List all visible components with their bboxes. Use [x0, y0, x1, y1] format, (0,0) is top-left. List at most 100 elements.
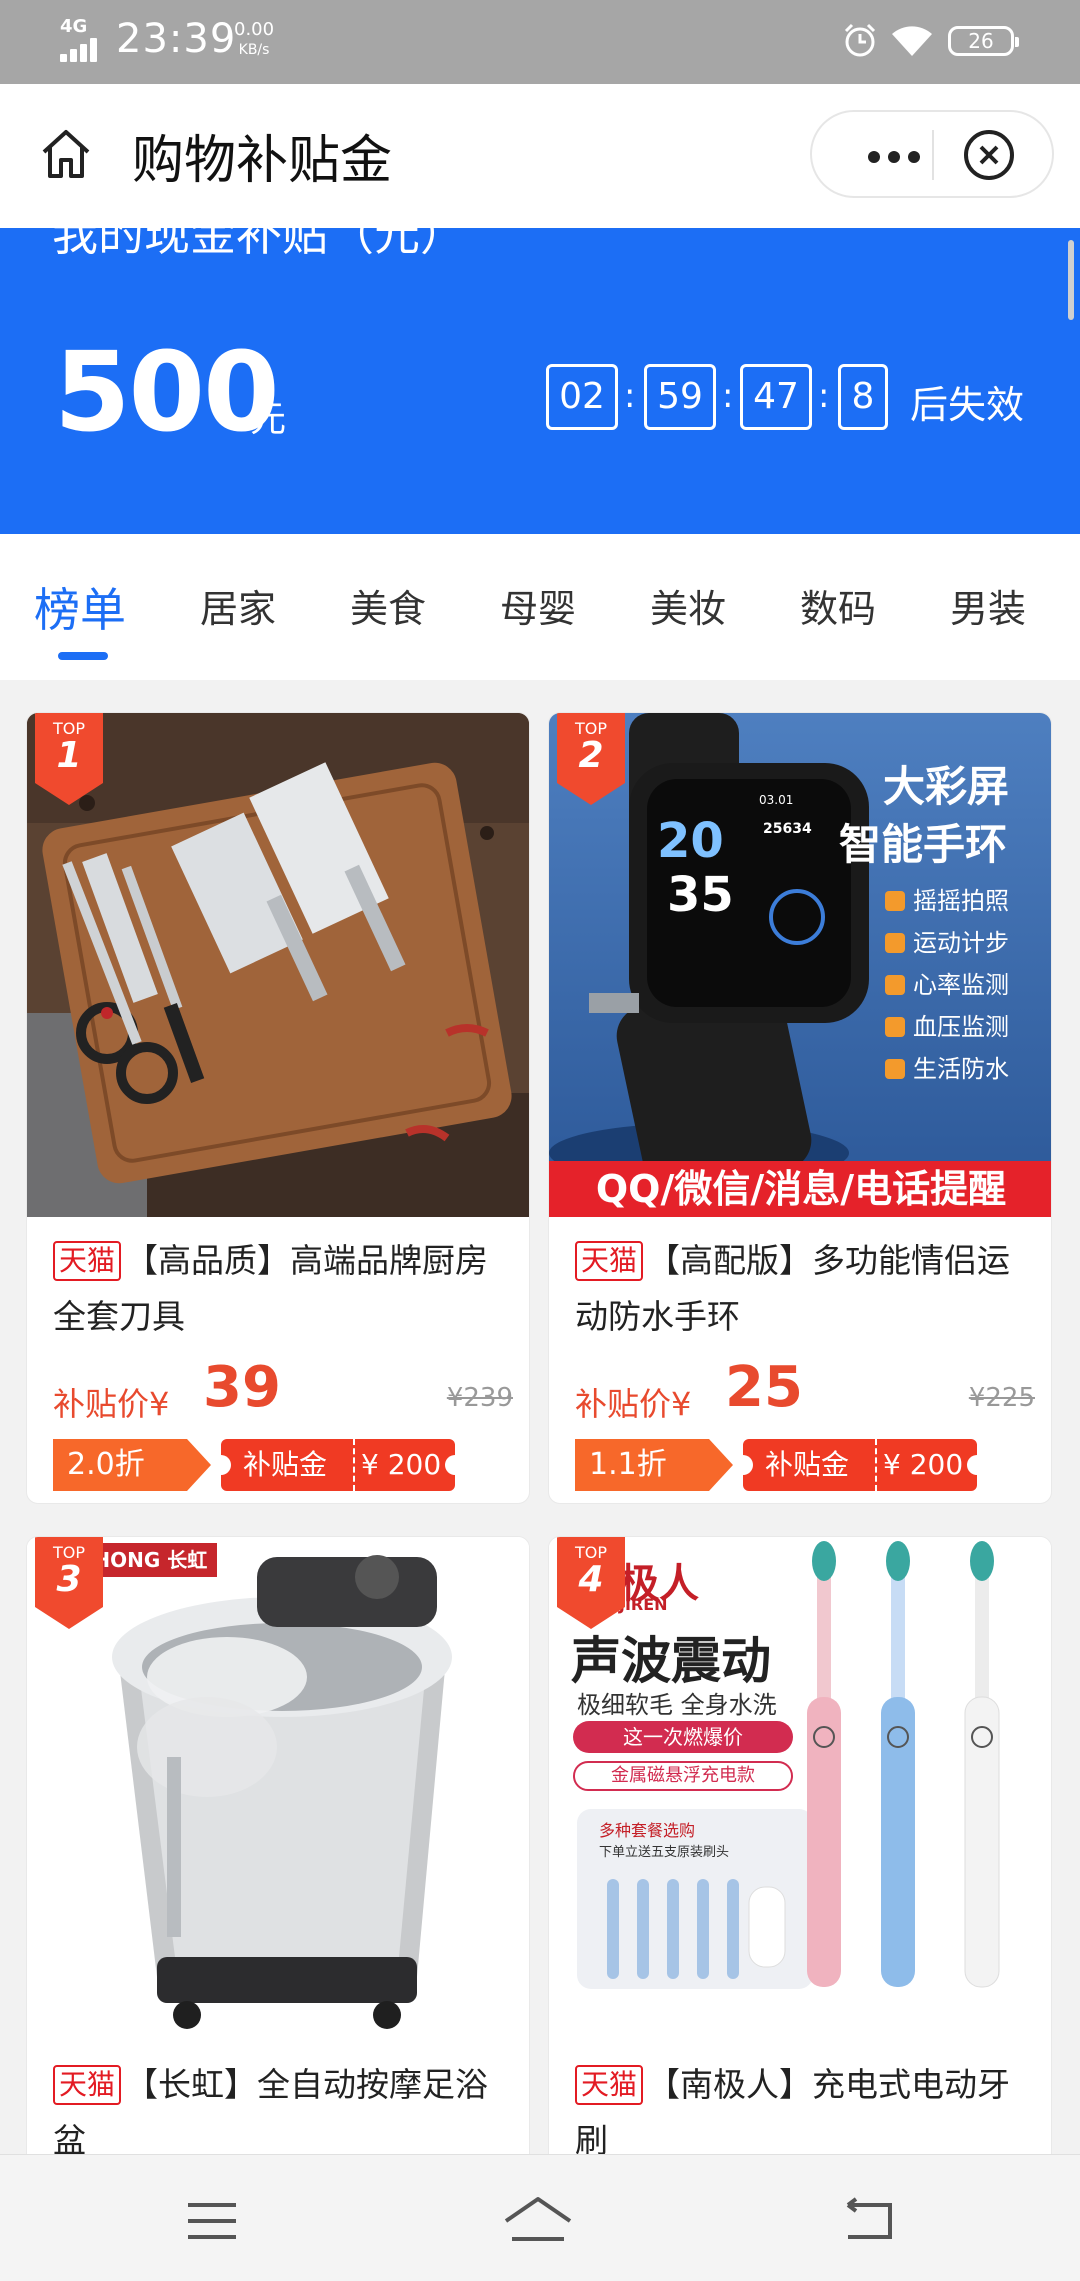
price-label: 补贴价¥	[575, 1385, 692, 1423]
tab-home[interactable]: 居家	[200, 578, 276, 633]
coupon-value: ¥ 200	[361, 1448, 442, 1481]
page-title: 购物补贴金	[132, 131, 393, 191]
more-icon[interactable]	[854, 132, 934, 176]
watch-hour: 20	[657, 813, 724, 869]
coupon-tag[interactable]: 补贴金 ¥ 200	[211, 1439, 465, 1491]
coupon-label: 补贴金	[243, 1448, 328, 1481]
title-bar: 购物补贴金	[0, 84, 1080, 228]
product-name: 天猫 【高品质】高端品牌厨房全套刀具	[53, 1233, 513, 1345]
original-price: ¥239	[446, 1383, 513, 1413]
feature-item: 运动计步	[885, 923, 1045, 957]
subsidy-price: 25	[725, 1355, 803, 1420]
battery-level: 26	[968, 29, 994, 53]
watch-steps: 25634	[763, 821, 812, 837]
tmall-badge: 天猫	[575, 2065, 644, 2105]
home-nav-icon[interactable]	[500, 2191, 576, 2251]
image-headline: 声波震动	[571, 1632, 771, 1690]
subsidy-banner: 我的现金补贴（元） 500 元 02 : 59 : 47 : 8 后失效	[0, 228, 1080, 534]
countdown-minutes: 59	[644, 364, 716, 430]
subsidy-price: 39	[203, 1355, 281, 1420]
product-name: 天猫 【长虹】全自动按摩足浴盆	[53, 2057, 513, 2169]
rank-number: 2	[578, 735, 604, 776]
category-tabs: 榜单 居家 美食 母婴 美妆 数码 男装	[0, 534, 1080, 680]
discount-tag: 2.0折	[53, 1439, 211, 1491]
back-icon[interactable]	[838, 2191, 898, 2251]
tab-digital[interactable]: 数码	[800, 578, 876, 633]
wifi-icon	[892, 26, 932, 56]
image-combo-sub: 下单立送五支原装刷头	[599, 1845, 730, 1860]
status-bar: 4G 23:39 0.00 KB/s 26	[0, 0, 1080, 84]
feature-list: 摇摇拍照 运动计步 心率监测 血压监测 生活防水	[885, 881, 1045, 1091]
tab-ranking[interactable]: 榜单	[34, 574, 126, 640]
feature-item: 生活防水	[885, 1049, 1045, 1083]
system-nav-bar	[0, 2154, 1080, 2281]
countdown-seconds: 47	[740, 364, 812, 430]
rank-number: 3	[56, 1559, 82, 1600]
image-subline: 极细软毛 全身水洗	[577, 1691, 777, 1719]
speed-unit: KB/s	[238, 42, 270, 58]
product-name: 天猫 【高配版】多功能情侣运动防水手环	[575, 1233, 1035, 1345]
countdown-separator: :	[818, 376, 830, 416]
image-pill: 金属磁悬浮充电款	[573, 1761, 793, 1791]
tab-food[interactable]: 美食	[350, 578, 426, 633]
watch-minute: 35	[667, 867, 734, 923]
tmall-badge: 天猫	[575, 1241, 644, 1281]
close-icon[interactable]	[962, 128, 1016, 182]
feature-item: 摇摇拍照	[885, 881, 1045, 915]
coupon-value: ¥ 200	[883, 1448, 964, 1481]
price-row: 补贴价¥ 39 ¥239	[53, 1353, 513, 1423]
alarm-icon	[844, 23, 876, 57]
price-label: 补贴价¥	[53, 1385, 170, 1423]
banner-caption: 我的现金补贴（元）	[52, 228, 466, 261]
countdown-separator: :	[722, 376, 734, 416]
network-type: 4G	[60, 16, 88, 37]
clock: 23:39	[116, 16, 237, 62]
tmall-badge: 天猫	[53, 2065, 122, 2105]
price-row: 补贴价¥ 25 ¥225	[575, 1353, 1035, 1423]
expire-text: 后失效	[910, 383, 1025, 427]
coupon-divider	[875, 1439, 877, 1491]
watch-date: 03.01	[759, 793, 794, 807]
tmall-badge: 天猫	[53, 1241, 122, 1281]
tab-menswear[interactable]: 男装	[950, 578, 1026, 633]
product-card[interactable]: 03.01 25634 20 35 大彩屏 智能手环 摇摇拍照 运动计步 心率监…	[548, 712, 1052, 1504]
image-combo: 多种套餐选购	[599, 1821, 696, 1840]
tab-beauty[interactable]: 美妆	[650, 578, 726, 633]
scrollbar[interactable]	[1068, 240, 1074, 320]
product-card[interactable]: TOP 1 天猫 【高品质】高端品牌厨房全套刀具 补贴价¥ 39 ¥239 2.0…	[26, 712, 530, 1504]
rank-badge: TOP 4	[557, 1537, 625, 1629]
tab-baby[interactable]: 母婴	[500, 578, 576, 633]
image-headline: 智能手环	[839, 820, 1008, 869]
product-card[interactable]: 极人 JIREN 声波震动 极细软毛 全身水洗 这一次燃爆价 金属磁悬浮充电款 …	[548, 1536, 1052, 2176]
countdown-tenths: 8	[838, 364, 888, 430]
image-headline: 大彩屏	[883, 762, 1010, 811]
image-pill: 这一次燃爆价	[573, 1721, 793, 1753]
capsule-divider	[932, 130, 934, 180]
home-icon[interactable]	[36, 124, 96, 184]
network-speed: 0.00 KB/s	[234, 20, 274, 60]
rank-number: 1	[56, 735, 82, 776]
battery-icon: 26	[948, 26, 1019, 56]
countdown-hours: 02	[546, 364, 618, 430]
rank-badge: TOP 3	[35, 1537, 103, 1629]
countdown-separator: :	[624, 376, 636, 416]
coupon-label: 补贴金	[765, 1448, 850, 1481]
feature-item: 血压监测	[885, 1007, 1045, 1041]
menu-icon[interactable]	[182, 2191, 242, 2251]
speed-value: 0.00	[234, 19, 275, 40]
rank-badge: TOP 2	[557, 713, 625, 805]
image-bottom-banner: QQ/微信/消息/电话提醒	[549, 1161, 1051, 1217]
image-brand-en: JIREN	[619, 1595, 668, 1614]
subsidy-amount: 500	[54, 328, 280, 456]
feature-item: 心率监测	[885, 965, 1045, 999]
product-name: 天猫 【南极人】充电式电动牙刷	[575, 2057, 1035, 2169]
miniprogram-capsule	[810, 110, 1054, 198]
rank-badge: TOP 1	[35, 713, 103, 805]
product-card[interactable]: GHONG 长虹 TOP 3 天猫 【长虹】全自动按摩足浴盆	[26, 1536, 530, 2176]
discount-tag: 1.1折	[575, 1439, 733, 1491]
coupon-tag[interactable]: 补贴金 ¥ 200	[733, 1439, 987, 1491]
coupon-divider	[353, 1439, 355, 1491]
amount-unit: 元	[250, 399, 287, 440]
original-price: ¥225	[968, 1383, 1035, 1413]
rank-number: 4	[578, 1559, 604, 1600]
